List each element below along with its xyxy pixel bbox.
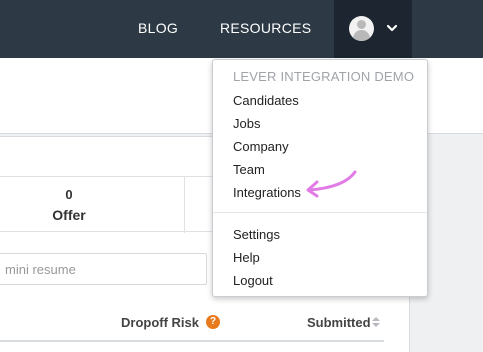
menu-item-jobs[interactable]: Jobs <box>233 116 260 131</box>
nav-link-resources[interactable]: RESOURCES <box>220 20 311 36</box>
menu-item-candidates[interactable]: Candidates <box>233 93 299 108</box>
help-icon[interactable]: ? <box>206 315 220 329</box>
menu-divider <box>213 212 427 213</box>
stage-offer-label: Offer <box>52 207 86 223</box>
sort-icon[interactable] <box>372 317 380 327</box>
column-header-submitted[interactable]: Submitted <box>307 315 371 330</box>
table-header-rule <box>0 340 384 342</box>
stage-divider <box>184 177 185 233</box>
stage-offer[interactable]: 0 Offer <box>0 177 138 233</box>
stage-offer-count: 0 <box>65 187 73 202</box>
menu-item-settings[interactable]: Settings <box>233 227 280 242</box>
menu-item-team[interactable]: Team <box>233 162 265 177</box>
account-menu-toggle[interactable] <box>334 0 412 58</box>
avatar <box>349 16 374 41</box>
search-input[interactable] <box>0 253 207 285</box>
column-header-dropoff-risk[interactable]: Dropoff Risk <box>121 315 199 330</box>
arrow-pointer-icon <box>306 170 357 198</box>
chevron-down-icon <box>386 24 398 32</box>
menu-item-help[interactable]: Help <box>233 250 260 265</box>
menu-item-integrations[interactable]: Integrations <box>233 185 301 200</box>
menu-heading: LEVER INTEGRATION DEMO <box>233 69 415 84</box>
nav-link-blog[interactable]: BLOG <box>138 20 178 36</box>
menu-item-company[interactable]: Company <box>233 139 289 154</box>
top-navigation-bar: BLOG RESOURCES <box>0 0 483 58</box>
menu-item-logout[interactable]: Logout <box>233 273 273 288</box>
